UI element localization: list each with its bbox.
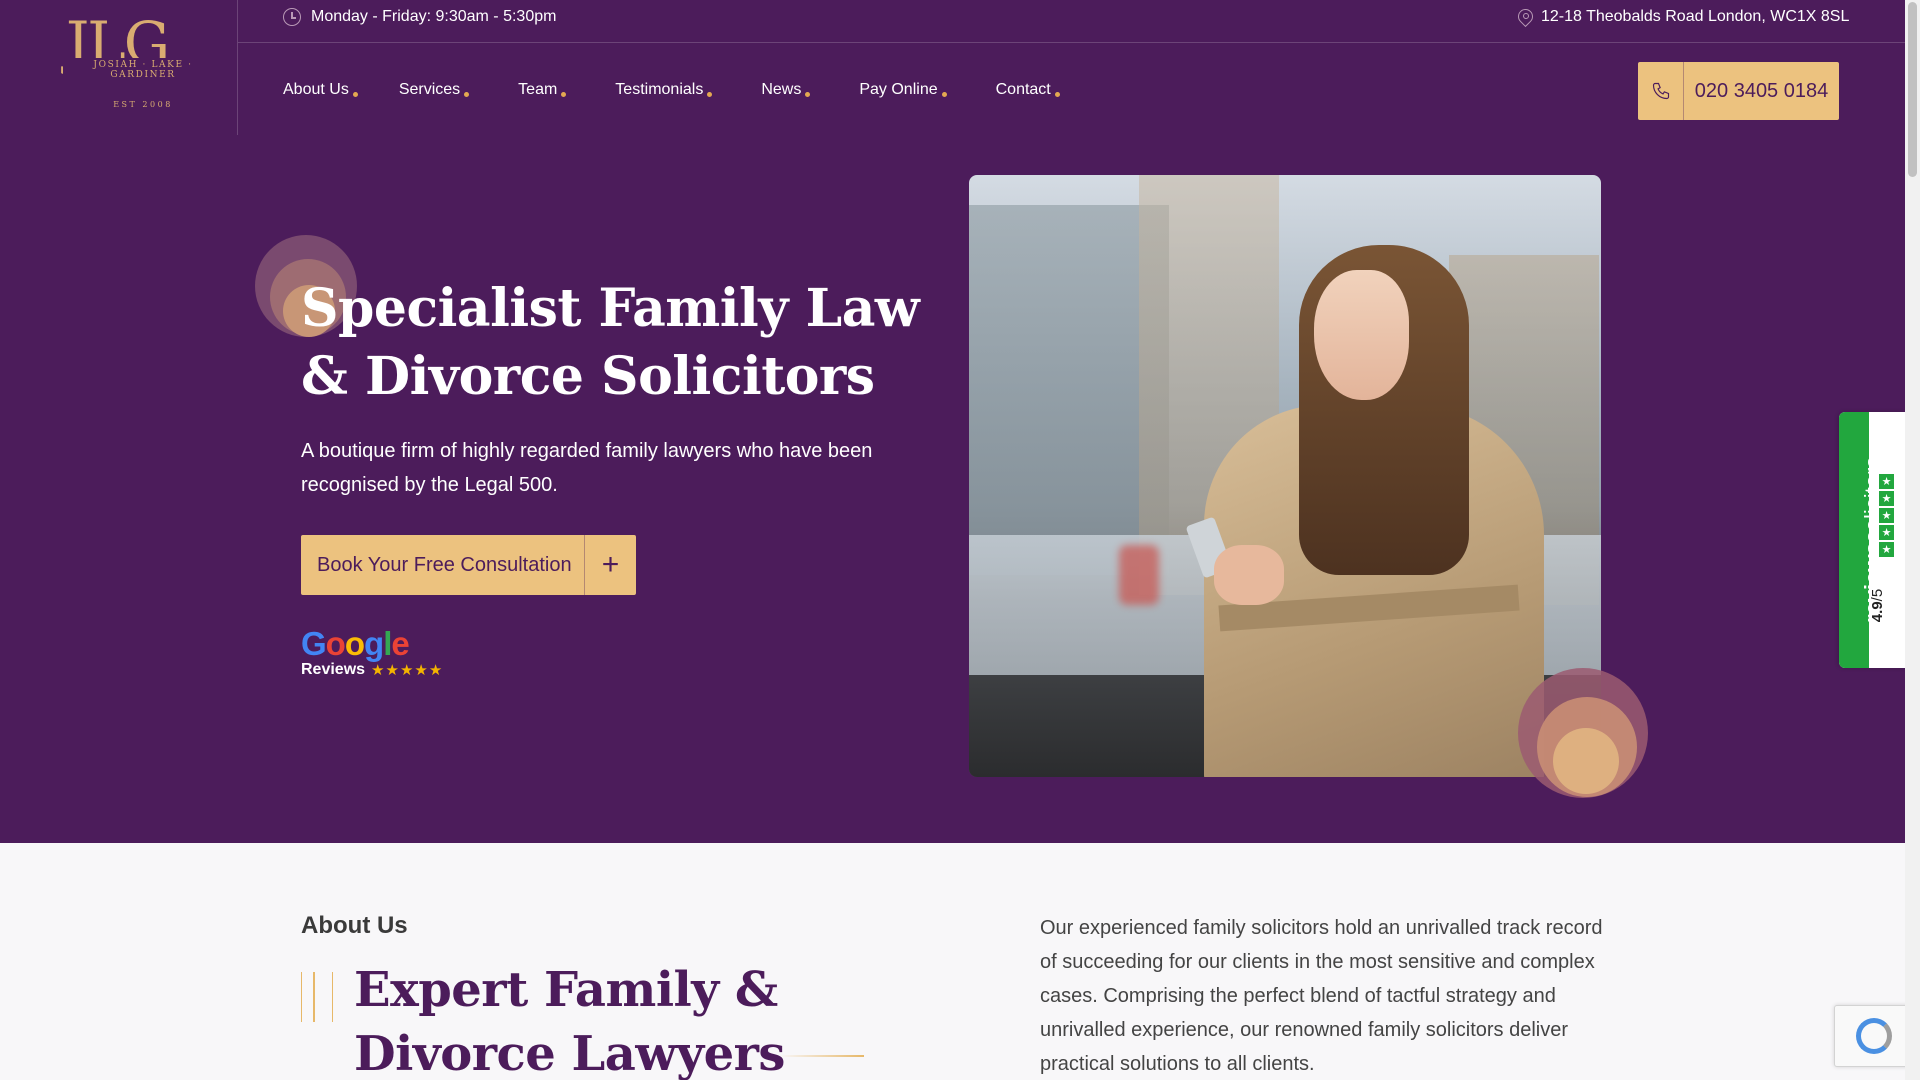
hero-section: Specialist Family Law & Divorce Solicito… xyxy=(0,135,1905,843)
opening-hours-text: Monday - Friday: 9:30am - 5:30pm xyxy=(311,8,557,25)
book-consultation-button[interactable]: Book Your Free Consultation + xyxy=(301,535,636,595)
star-icon: ★ xyxy=(1879,525,1894,540)
review-solicitors-widget[interactable]: reviewssolicitors ★ ★ ★ ★ ★ 4.9/5 xyxy=(1839,412,1905,668)
star-icon: ★ xyxy=(1879,508,1894,523)
nav-item-label: Services xyxy=(398,81,461,98)
google-reviews-label: Reviews xyxy=(301,661,366,678)
google-logo: Google xyxy=(301,625,410,662)
dropdown-dot-icon xyxy=(707,92,713,97)
phone-number: 020 3405 0184 xyxy=(1694,79,1829,102)
rating-stars: ★ ★ ★ ★ ★ xyxy=(1879,474,1894,557)
nav-item-testimonials[interactable]: Testimonials xyxy=(615,81,713,99)
recaptcha-badge[interactable] xyxy=(1834,1005,1914,1067)
star-icon: ★ xyxy=(1879,474,1894,489)
google-reviews-badge[interactable]: Google Reviews ★★★★★ xyxy=(301,625,444,680)
office-address: 12-18 Theobalds Road London, WC1X 8SL xyxy=(1518,8,1849,26)
decorative-bars xyxy=(301,972,333,1022)
nav-item-about-us[interactable]: About Us xyxy=(283,81,358,99)
star-icon: ★★★★★ xyxy=(371,662,444,679)
main-nav: About Us Services Team Testimonials News… xyxy=(283,81,1060,99)
map-pin-icon xyxy=(1518,9,1531,26)
nav-item-team[interactable]: Team xyxy=(518,81,567,99)
nav-item-contact[interactable]: Contact xyxy=(996,81,1060,99)
nav-item-label: Contact xyxy=(995,81,1051,98)
hero-subtitle: A boutique firm of highly regarded famil… xyxy=(301,440,873,496)
dropdown-dot-icon xyxy=(352,92,358,97)
recaptcha-icon xyxy=(1856,1018,1892,1054)
cta-label: Book Your Free Consultation xyxy=(301,535,585,595)
hero-image xyxy=(969,175,1601,777)
rating-score: 4.9/5 xyxy=(1869,588,1887,623)
phone-icon xyxy=(1638,62,1684,120)
nav-item-news[interactable]: News xyxy=(761,81,811,99)
nav-item-label: Testimonials xyxy=(615,81,704,98)
nav-item-label: Pay Online xyxy=(859,81,938,98)
site-header: JLG JOSIAH · LAKE · GARDINER EST 2008 Mo… xyxy=(0,0,1905,135)
dropdown-dot-icon xyxy=(464,92,470,97)
logo[interactable]: JLG JOSIAH · LAKE · GARDINER EST 2008 xyxy=(0,0,238,135)
about-title: Expert Family & Divorce Lawyers xyxy=(354,962,785,1080)
plus-icon: + xyxy=(601,548,620,581)
nav-item-label: News xyxy=(761,81,802,98)
nav-item-label: About Us xyxy=(283,81,349,98)
dropdown-dot-icon xyxy=(941,92,947,97)
phone-button[interactable]: 020 3405 0184 xyxy=(1638,62,1839,120)
star-icon: ★ xyxy=(1879,491,1894,506)
page-scrollbar[interactable] xyxy=(1905,0,1920,1080)
dropdown-dot-icon xyxy=(561,92,567,97)
decorative-circle xyxy=(1553,728,1619,794)
about-section-label: About Us xyxy=(301,912,408,939)
hero-title: Specialist Family Law & Divorce Solicito… xyxy=(301,278,920,407)
nav-item-pay-online[interactable]: Pay Online xyxy=(859,81,947,99)
scrollbar-thumb[interactable] xyxy=(1908,2,1917,177)
decorative-line xyxy=(780,1055,864,1057)
top-bar: Monday - Friday: 9:30am - 5:30pm 12-18 T… xyxy=(238,0,1905,43)
dropdown-dot-icon xyxy=(805,92,811,97)
nav-item-label: Team xyxy=(518,81,558,98)
logo-firm-name: JOSIAH · LAKE · GARDINER xyxy=(63,58,223,82)
office-address-text: 12-18 Theobalds Road London, WC1X 8SL xyxy=(1541,8,1850,25)
logo-established: EST 2008 xyxy=(113,100,173,109)
nav-item-services[interactable]: Services xyxy=(398,81,470,99)
about-description: Our experienced family solicitors hold a… xyxy=(1040,917,1603,1075)
clock-icon xyxy=(283,8,301,26)
opening-hours: Monday - Friday: 9:30am - 5:30pm xyxy=(283,8,556,26)
dropdown-dot-icon xyxy=(1054,92,1060,97)
star-icon: ★ xyxy=(1879,542,1894,557)
